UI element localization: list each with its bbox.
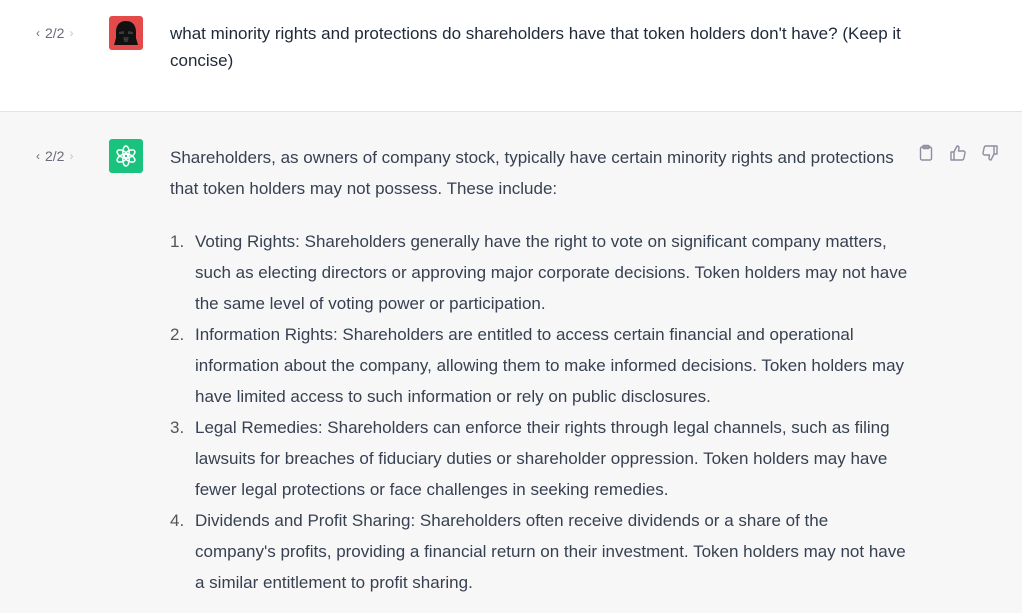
pager-label: 2/2 <box>45 148 65 164</box>
thumbs-down-button[interactable] <box>980 143 1000 163</box>
list-item-number: 4. <box>170 511 185 530</box>
previous-version-icon[interactable]: ‹ <box>36 26 40 40</box>
next-version-icon: › <box>69 149 74 163</box>
user-message-row: ‹ 2/2 › what minority rights and protect… <box>0 0 1022 112</box>
pager-label: 2/2 <box>45 25 65 41</box>
list-item-text: Voting Rights: Shareholders generally ha… <box>195 232 908 313</box>
assistant-intro-text: Shareholders, as owners of company stock… <box>170 148 894 198</box>
list-item-number: 1. <box>170 232 185 251</box>
darth-vader-avatar-icon <box>114 21 138 45</box>
list-item-text: Information Rights: Shareholders are ent… <box>195 325 905 406</box>
assistant-message-body: Shareholders, as owners of company stock… <box>170 142 910 598</box>
assistant-avatar <box>109 139 143 173</box>
user-avatar <box>109 16 143 50</box>
list-item: 2. Information Rights: Shareholders are … <box>170 319 910 412</box>
user-message-text: what minority rights and protections do … <box>170 24 901 70</box>
message-actions <box>916 143 1000 163</box>
clipboard-icon <box>919 144 933 161</box>
list-item-text: Dividends and Profit Sharing: Shareholde… <box>195 511 906 592</box>
response-pager: ‹ 2/2 › <box>36 25 73 41</box>
thumbs-up-button[interactable] <box>948 143 968 163</box>
list-item: 3. Legal Remedies: Shareholders can enfo… <box>170 412 910 505</box>
thumbs-up-icon <box>950 145 966 161</box>
assistant-message-row: ‹ 2/2 › Shareholders, as owners of compa… <box>0 112 1022 613</box>
list-item: 1. Voting Rights: Shareholders generally… <box>170 226 910 319</box>
list-item-text: Legal Remedies: Shareholders can enforce… <box>195 418 890 499</box>
list-item-number: 2. <box>170 325 185 344</box>
list-item-number: 3. <box>170 418 185 437</box>
rights-list: 1. Voting Rights: Shareholders generally… <box>170 226 910 598</box>
thumbs-down-icon <box>982 145 998 161</box>
previous-version-icon[interactable]: ‹ <box>36 149 40 163</box>
openai-logo-icon <box>116 145 136 167</box>
copy-button[interactable] <box>916 143 936 163</box>
response-pager: ‹ 2/2 › <box>36 148 73 164</box>
list-item: 4. Dividends and Profit Sharing: Shareho… <box>170 505 910 598</box>
next-version-icon: › <box>69 26 74 40</box>
